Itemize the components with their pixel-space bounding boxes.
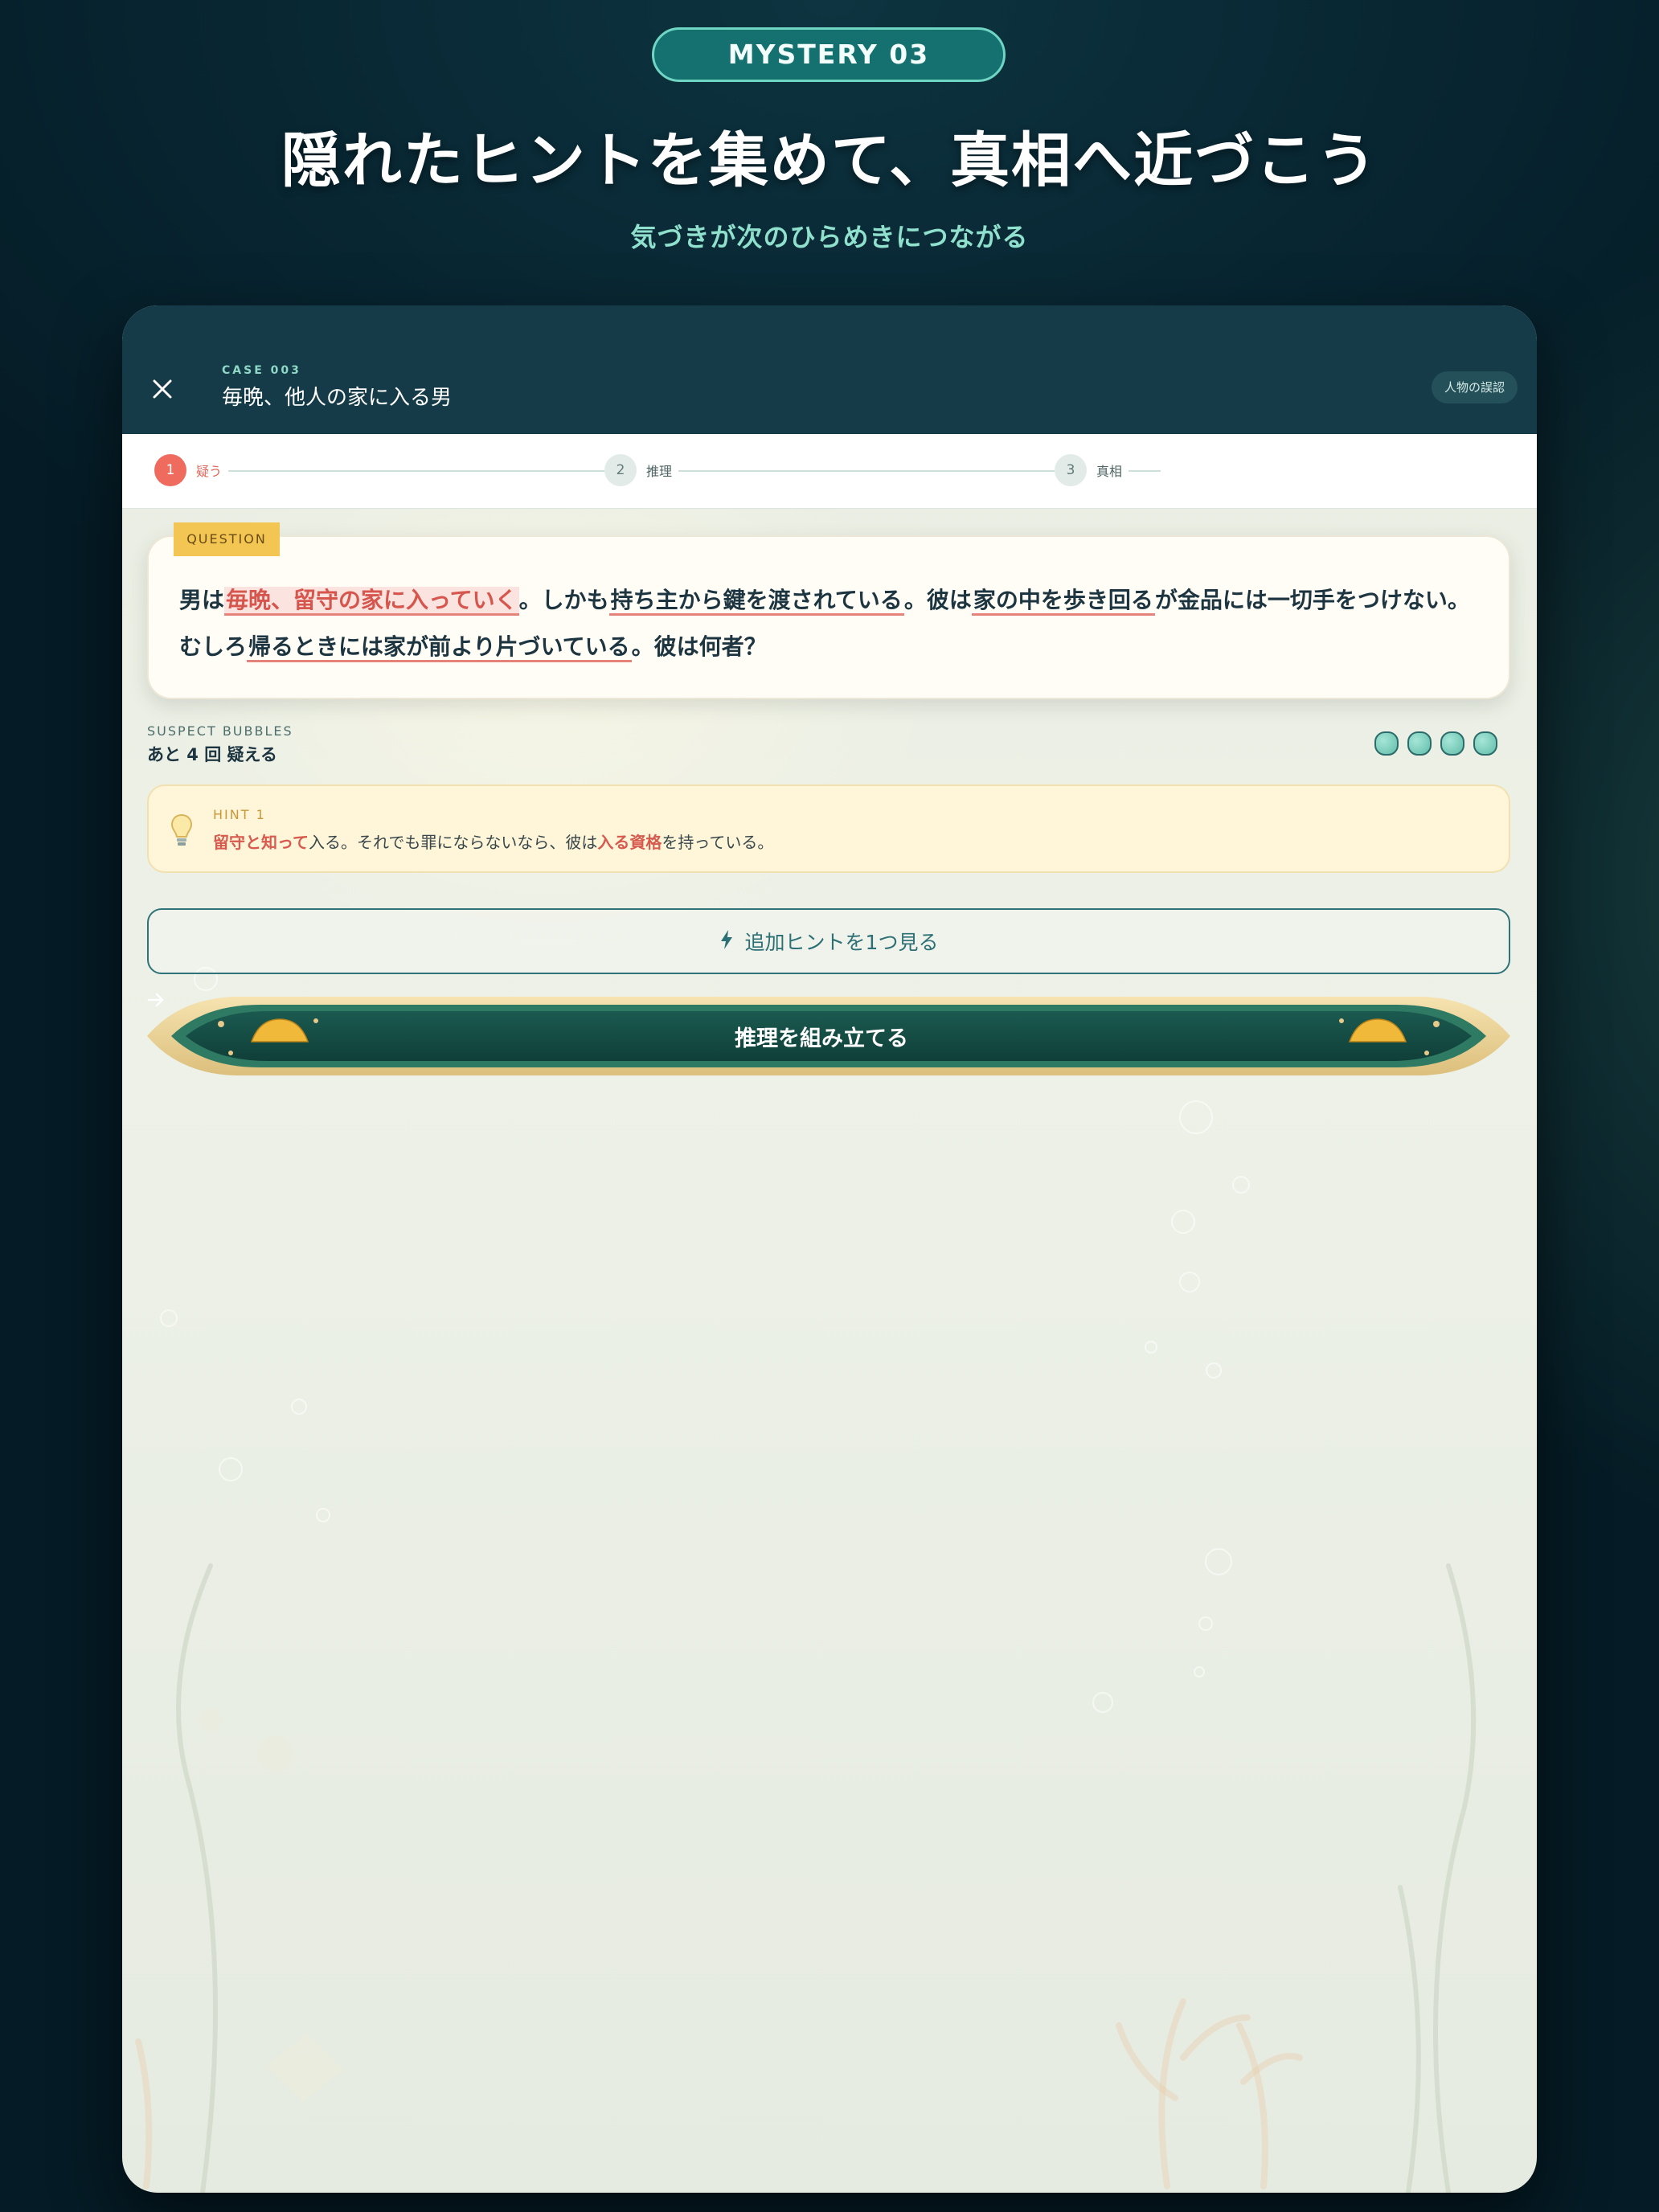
step-number: 3: [1055, 454, 1087, 486]
close-button[interactable]: [141, 370, 183, 412]
mystery-badge: MYSTERY 03: [652, 27, 1006, 82]
question-segment: 。彼は何者？: [631, 633, 767, 660]
bolt-icon: [719, 929, 734, 953]
app-header: CASE 003 毎晩、他人の家に入る男 人物の誤認: [122, 305, 1537, 434]
suspect-remaining: あと 4 回 疑える: [147, 745, 277, 764]
suspect-bubble-icon: [1473, 731, 1497, 756]
step-number: 2: [604, 454, 637, 486]
step-suspect[interactable]: 1 疑う: [154, 453, 222, 487]
hint-card: HINT 1 留守と知って入る。それでも罪にならないなら、彼は入る資格を持ってい…: [147, 784, 1510, 873]
more-hint-button[interactable]: 追加ヒントを1つ見る: [147, 908, 1510, 974]
hint-keyword: 留守と知って: [213, 833, 309, 852]
question-text: 男は毎晩、留守の家に入っていく。しかも持ち主から鍵を渡されている。彼は家の中を歩…: [179, 577, 1478, 670]
question-segment: 。彼は: [903, 587, 972, 613]
question-tab: QUESTION: [174, 522, 280, 556]
question-card: 男は毎晩、留守の家に入っていく。しかも持ち主から鍵を渡されている。彼は家の中を歩…: [147, 535, 1510, 699]
suspect-bubble-icon: [1440, 731, 1464, 756]
case-number: CASE 003: [222, 364, 301, 377]
page-subheadline: 気づきが次のひらめきにつながる: [630, 222, 1029, 252]
suspect-bubble-icon: [1374, 731, 1399, 756]
app-frame: CASE 003 毎晩、他人の家に入る男 人物の誤認 1 疑う 2 推理 3 真…: [122, 305, 1537, 2193]
question-segment: むしろ: [179, 633, 248, 660]
step-label: 推理: [646, 464, 673, 479]
case-title: 毎晩、他人の家に入る男: [222, 386, 453, 410]
suspect-bubbles: [1374, 731, 1506, 756]
step-number: 1: [154, 454, 186, 486]
step-label: 疑う: [196, 464, 223, 479]
close-icon: [151, 378, 174, 403]
hint-text: 留守と知って入る。それでも罪にならないなら、彼は入る資格を持っている。: [213, 830, 773, 853]
step-label: 真相: [1096, 464, 1123, 479]
suspect-phrase[interactable]: 毎晩、留守の家に入っていく: [224, 587, 519, 616]
build-reasoning-label: 推理を組み立てる: [735, 1026, 908, 1051]
suspect-bubble-icon: [1407, 731, 1432, 756]
page-headline: 隠れたヒントを集めて、真相へ近づこう: [281, 126, 1378, 195]
suspect-phrase[interactable]: 帰るときには家が前より片づいている: [247, 633, 632, 662]
progress-stepper: 1 疑う 2 推理 3 真相: [122, 434, 1537, 509]
lightbulb-icon: [170, 813, 194, 851]
build-reasoning-label-wrap: 推理を組み立てる: [147, 992, 1510, 1080]
question-segment: 男は: [179, 587, 225, 613]
suspect-phrase[interactable]: 持ち主から鍵を渡されている: [608, 587, 904, 616]
step-reasoning[interactable]: 2 推理: [604, 453, 679, 487]
step-truth[interactable]: 3 真相: [1055, 453, 1129, 487]
hint-label: HINT 1: [213, 807, 266, 822]
suspect-bubbles-label: SUSPECT BUBBLES: [147, 723, 293, 739]
build-reasoning-button[interactable]: 推理を組み立てる: [147, 992, 1510, 1080]
category-tag: 人物の誤認: [1431, 371, 1518, 403]
hint-segment: 入る。それでも罪にならないなら、彼は: [309, 833, 598, 852]
suspect-phrase[interactable]: 家の中を歩き回る: [971, 587, 1155, 616]
more-hint-label: 追加ヒントを1つ見る: [744, 931, 939, 954]
hint-keyword: 入る資格: [597, 833, 662, 852]
hint-segment: を持っている。: [662, 833, 774, 852]
question-segment: が金品には一切手をつけない。: [1154, 587, 1470, 613]
question-segment: 。しかも: [518, 587, 609, 613]
